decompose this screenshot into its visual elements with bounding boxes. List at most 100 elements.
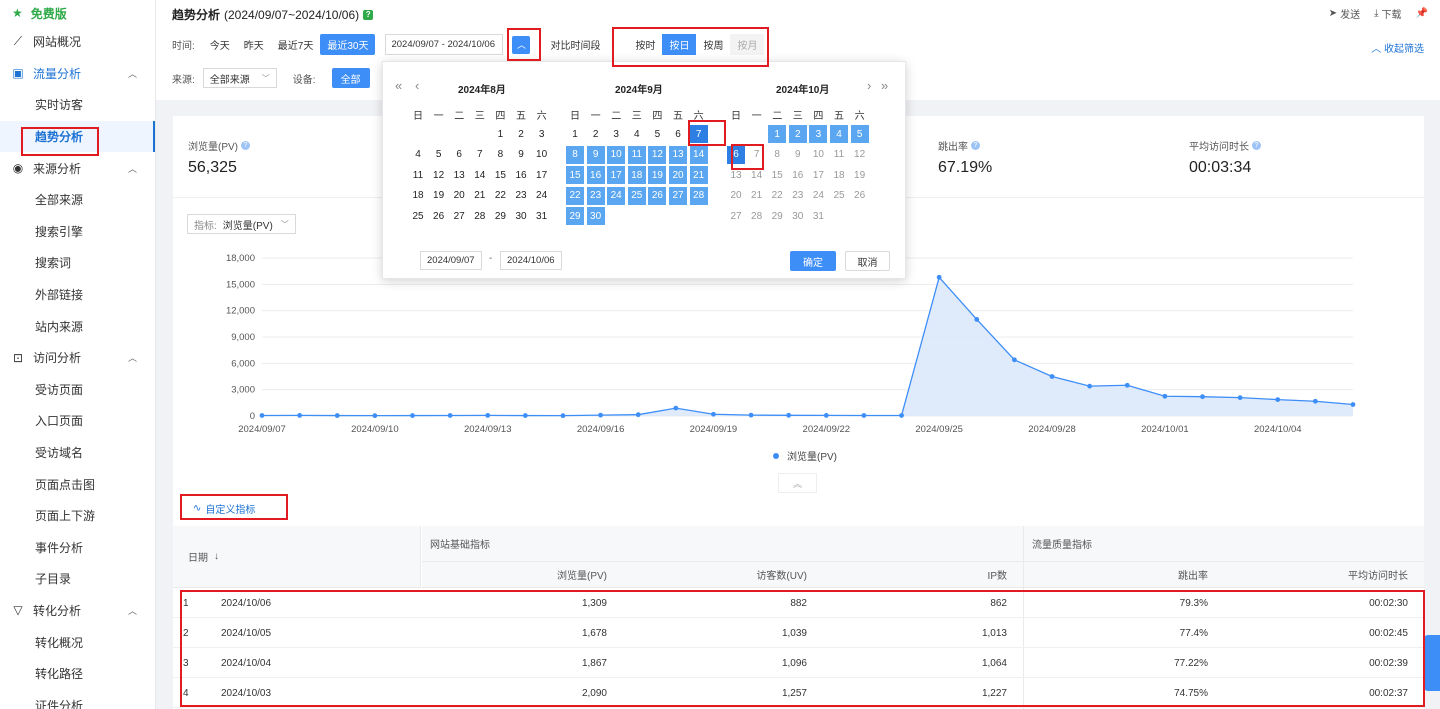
calendar-day[interactable]: 8 — [566, 145, 584, 164]
col-header-ip[interactable]: IP数 — [823, 562, 1023, 588]
data-point[interactable] — [334, 413, 340, 418]
col-header-bounce[interactable]: 跳出率 — [1024, 562, 1224, 588]
sidebar-group[interactable]: ◉ 来源分析 ︿ — [0, 152, 155, 184]
calendar-day[interactable]: 11 — [627, 145, 646, 164]
calendar-day[interactable]: 9 — [512, 146, 530, 164]
floating-contact-tab[interactable] — [1424, 635, 1440, 691]
sidebar-item[interactable]: 受访域名 — [0, 437, 155, 469]
sidebar-item[interactable]: 实时访客 — [0, 89, 155, 121]
data-point[interactable] — [447, 413, 453, 418]
calendar-day[interactable]: 17 — [809, 166, 827, 184]
sidebar-item[interactable]: 证件分析 — [0, 689, 155, 709]
download-button[interactable]: ⤓ 下载 — [1374, 6, 1401, 21]
calendar-day[interactable]: 24 — [809, 187, 827, 205]
calendar-day[interactable]: 6 — [450, 146, 468, 164]
chevron-up-icon[interactable]: ︿ — [128, 162, 137, 175]
data-point[interactable] — [1312, 398, 1318, 404]
calendar-day[interactable]: 18 — [409, 187, 427, 205]
calendar-day[interactable]: 6 — [727, 145, 745, 164]
custom-metric-button[interactable]: ∿ 自定义指标 — [181, 498, 267, 518]
calendar-day[interactable]: 23 — [586, 186, 605, 205]
data-point[interactable] — [823, 412, 829, 418]
table-row[interactable]: 4 2024/10/03 2,090 1,257 1,227 74.75% 00:02:37 — [173, 678, 1424, 708]
data-point[interactable] — [560, 413, 566, 419]
calendar-day[interactable]: 3 — [607, 125, 625, 143]
quick-range-button[interactable]: 最近7天 — [271, 34, 321, 55]
calendar-day[interactable]: 15 — [491, 166, 509, 184]
calendar-day[interactable]: 13 — [727, 166, 745, 184]
calendar-day[interactable]: 20 — [669, 166, 687, 185]
data-point[interactable] — [297, 412, 303, 418]
calendar-day[interactable]: 28 — [748, 207, 766, 225]
sidebar-item[interactable]: 页面上下游 — [0, 500, 155, 532]
collapse-filter-link[interactable]: ︿ 收起筛选 — [1371, 40, 1424, 55]
calendar-day[interactable]: 14 — [748, 166, 766, 184]
sidebar-item[interactable]: 搜索引擎 — [0, 216, 155, 248]
sidebar-item[interactable]: 全部来源 — [0, 184, 155, 216]
table-row[interactable]: 3 2024/10/04 1,867 1,096 1,064 77.22% 00:02:39 — [173, 648, 1424, 678]
calendar-day[interactable]: 24 — [607, 186, 626, 205]
granularity-button[interactable]: 按周 — [696, 34, 730, 55]
data-point[interactable] — [936, 274, 942, 280]
calendar-day[interactable]: 27 — [727, 207, 745, 225]
granularity-button[interactable]: 按时 — [628, 34, 662, 55]
source-select[interactable]: 全部来源 ﹀ — [202, 68, 277, 88]
calendar-day[interactable]: 1 — [491, 125, 509, 143]
metric-select[interactable]: 指标: 浏览量(PV) ﹀ — [187, 214, 296, 234]
sidebar-item[interactable]: 转化路径 — [0, 658, 155, 690]
calendar-day[interactable]: 9 — [586, 145, 605, 164]
confirm-button[interactable]: 确定 — [790, 251, 836, 271]
data-point[interactable] — [861, 413, 867, 418]
calendar-day[interactable]: 7 — [689, 125, 708, 143]
calendar-day[interactable]: 17 — [533, 166, 551, 184]
calendar-day[interactable]: 29 — [768, 207, 786, 225]
sidebar-item[interactable]: 子目录 — [0, 563, 155, 595]
sidebar-group[interactable]: ▣ 流量分析 ︿ — [0, 58, 155, 90]
sidebar-item[interactable]: 受访页面 — [0, 374, 155, 406]
calendar-day[interactable]: 5 — [648, 125, 666, 143]
calendar-day[interactable]: 28 — [689, 186, 708, 205]
data-point[interactable] — [1012, 357, 1017, 363]
range-end-input[interactable]: 2024/10/06 — [500, 251, 562, 270]
calendar-day[interactable]: 23 — [512, 187, 530, 205]
calendar-day[interactable]: 16 — [789, 166, 807, 184]
calendar-day[interactable]: 23 — [789, 187, 807, 205]
calendar-day[interactable]: 28 — [471, 207, 489, 225]
pin-icon[interactable]: 📌 — [1416, 6, 1428, 21]
calendar-day[interactable]: 20 — [727, 187, 745, 205]
calendar-day[interactable]: 5 — [850, 125, 869, 143]
table-row[interactable]: 2 2024/10/05 1,678 1,039 1,013 77.4% 00:02:45 — [173, 618, 1424, 648]
calendar-day[interactable]: 12 — [430, 166, 448, 184]
data-point[interactable] — [1087, 383, 1093, 389]
calendar-day[interactable]: 26 — [851, 187, 869, 205]
calendar-day[interactable]: 16 — [512, 166, 530, 184]
data-point[interactable] — [1237, 395, 1243, 401]
calendar-day[interactable]: 19 — [648, 166, 667, 185]
quick-range-button[interactable]: 昨天 — [237, 34, 271, 55]
table-row[interactable]: 1 2024/10/06 1,309 882 862 79.3% 00:02:30 — [173, 588, 1424, 618]
device-all-button[interactable]: 全部 — [331, 68, 370, 88]
calendar-day[interactable]: 6 — [669, 125, 687, 143]
data-point[interactable] — [522, 413, 528, 418]
send-button[interactable]: ➤ 发送 — [1329, 6, 1360, 21]
data-point[interactable] — [1049, 374, 1055, 379]
calendar-day[interactable]: 14 — [471, 166, 489, 184]
data-point[interactable] — [1124, 382, 1130, 388]
compare-period-link[interactable]: 对比时间段 — [550, 37, 600, 52]
calendar-day[interactable]: 31 — [533, 207, 551, 225]
calendar-day[interactable]: 1 — [566, 125, 584, 143]
calendar-day[interactable]: 1 — [768, 125, 787, 143]
date-range-input[interactable]: 2024/09/07 - 2024/10/06 — [385, 34, 504, 55]
sidebar-item[interactable]: 趋势分析 — [0, 120, 155, 153]
sidebar-group[interactable]: ▽ 转化分析 ︿ — [0, 595, 155, 627]
calendar-day[interactable]: 2 — [788, 125, 807, 143]
sidebar-item[interactable]: 站内来源 — [0, 310, 155, 342]
data-point[interactable] — [372, 413, 378, 419]
calendar-day[interactable]: 11 — [409, 166, 427, 184]
calendar-toggle-button[interactable]: ︿ — [512, 35, 531, 54]
col-header-uv[interactable]: 访客数(UV) — [623, 562, 823, 588]
chart-collapse-button[interactable]: ︽ — [778, 473, 817, 493]
calendar-day[interactable]: 29 — [491, 207, 509, 225]
calendar-day[interactable]: 25 — [830, 187, 848, 205]
data-point[interactable] — [598, 412, 603, 418]
